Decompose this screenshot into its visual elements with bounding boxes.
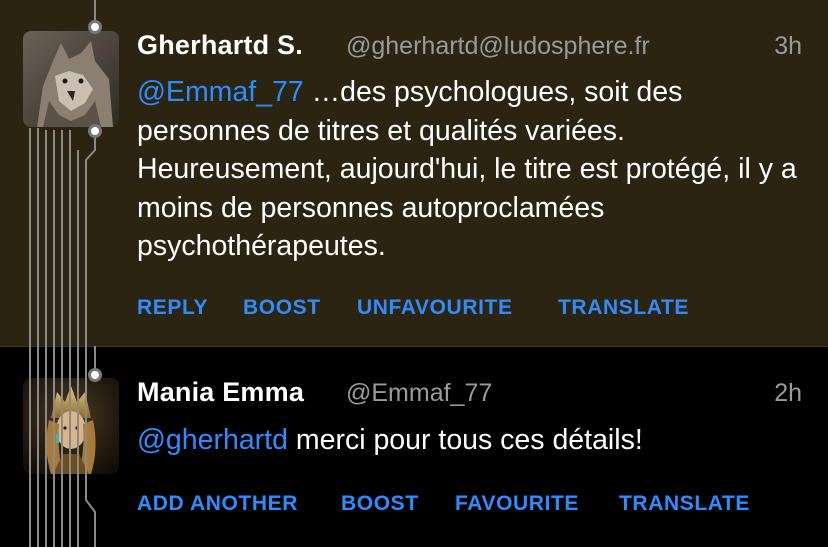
timestamp[interactable]: 3h — [774, 32, 802, 61]
author-handle[interactable]: @Emmaf_77 — [346, 379, 492, 408]
thread-dot-second — [88, 368, 102, 382]
author-handle[interactable]: @gherhartd@ludosphere.fr — [346, 32, 650, 61]
author-name[interactable]: Mania Emma — [137, 377, 304, 408]
toot-content: @Emmaf_77 …des psychologues, soit des pe… — [137, 73, 797, 266]
thread-dot-top — [88, 20, 102, 34]
boost-button[interactable]: BOOST — [243, 296, 321, 320]
portrait-avatar-image — [23, 378, 119, 474]
favourite-button[interactable]: FAVOURITE — [455, 492, 579, 516]
reply-button[interactable]: REPLY — [137, 296, 208, 320]
wolf-avatar-image — [23, 31, 119, 127]
translate-button[interactable]: TRANSLATE — [558, 296, 689, 320]
avatar-mania-emma[interactable] — [23, 378, 119, 474]
mention-link[interactable]: @gherhartd — [137, 424, 288, 456]
unfavourite-button[interactable]: UNFAVOURITE — [357, 296, 513, 320]
avatar-gherhartd[interactable] — [23, 31, 119, 127]
translate-button[interactable]: TRANSLATE — [619, 492, 750, 516]
toot-text: merci pour tous ces détails! — [287, 424, 643, 456]
add-another-button[interactable]: ADD ANOTHER — [137, 492, 298, 516]
mention-link[interactable]: @Emmaf_77 — [137, 76, 304, 108]
toot-gherhartd[interactable]: Gherhartd S. @gherhartd@ludosphere.fr 3h… — [0, 0, 828, 347]
toot-content: @gherhartd merci pour tous ces détails! — [137, 421, 797, 460]
author-name[interactable]: Gherhartd S. — [137, 30, 303, 61]
timestamp[interactable]: 2h — [774, 379, 802, 408]
thread-dot-bottom — [88, 124, 102, 138]
boost-button[interactable]: BOOST — [341, 492, 419, 516]
